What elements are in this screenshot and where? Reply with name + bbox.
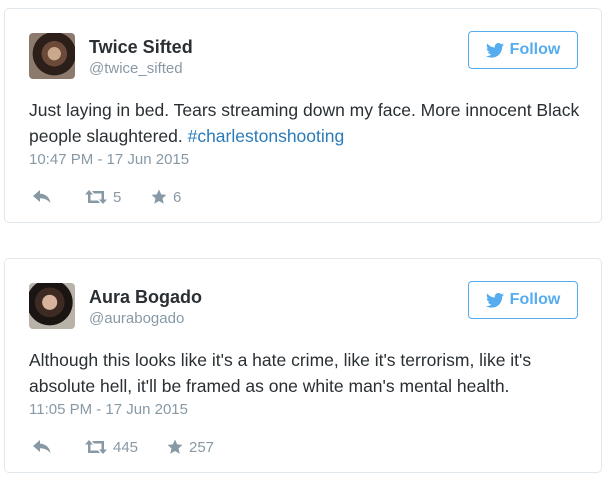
twitter-bird-icon — [485, 292, 504, 308]
retweet-icon — [85, 440, 107, 454]
tweet-card: Twice Sifted @twice_sifted Follow Just l… — [4, 8, 602, 223]
like-button[interactable]: 6 — [151, 189, 181, 206]
screen-name[interactable]: @aurabogado — [89, 310, 184, 327]
tweet-actions: 5 6 — [33, 187, 181, 207]
retweet-icon — [85, 190, 107, 204]
avatar[interactable] — [29, 33, 75, 79]
retweet-count: 5 — [113, 188, 122, 206]
reply-arrow-icon — [33, 190, 51, 203]
tweet-text: Although this looks like it's a hate cri… — [29, 350, 532, 396]
star-icon — [167, 439, 183, 454]
follow-label: Follow — [509, 41, 561, 58]
avatar[interactable] — [29, 283, 75, 329]
follow-button[interactable]: Follow — [468, 31, 578, 69]
display-name[interactable]: Twice Sifted — [89, 37, 193, 58]
tweet-text: Just laying in bed. Tears streaming down… — [29, 97, 589, 149]
follow-button[interactable]: Follow — [468, 281, 578, 319]
like-count: 6 — [173, 188, 182, 206]
reply-button[interactable] — [33, 440, 85, 454]
timestamp[interactable]: 10:47 PM - 17 Jun 2015 — [29, 151, 189, 168]
tweet-feed: Twice Sifted @twice_sifted Follow Just l… — [0, 0, 610, 480]
reply-button[interactable] — [33, 190, 85, 204]
retweet-count: 445 — [113, 438, 139, 456]
twitter-bird-icon — [485, 42, 504, 58]
tweet-card: Aura Bogado @aurabogado Follow Although … — [4, 258, 602, 473]
reply-arrow-icon — [33, 440, 51, 453]
tweet-actions: 445 257 — [33, 437, 214, 457]
like-button[interactable]: 257 — [167, 439, 214, 456]
retweet-button[interactable]: 5 — [85, 189, 151, 206]
hashtag-link[interactable]: #charlestonshooting — [188, 126, 345, 146]
like-count: 257 — [189, 438, 215, 456]
star-icon — [151, 189, 167, 204]
timestamp[interactable]: 11:05 PM - 17 Jun 2015 — [29, 401, 188, 418]
screen-name[interactable]: @twice_sifted — [89, 60, 183, 77]
retweet-button[interactable]: 445 — [85, 439, 167, 456]
display-name[interactable]: Aura Bogado — [89, 287, 202, 308]
follow-label: Follow — [509, 291, 561, 308]
